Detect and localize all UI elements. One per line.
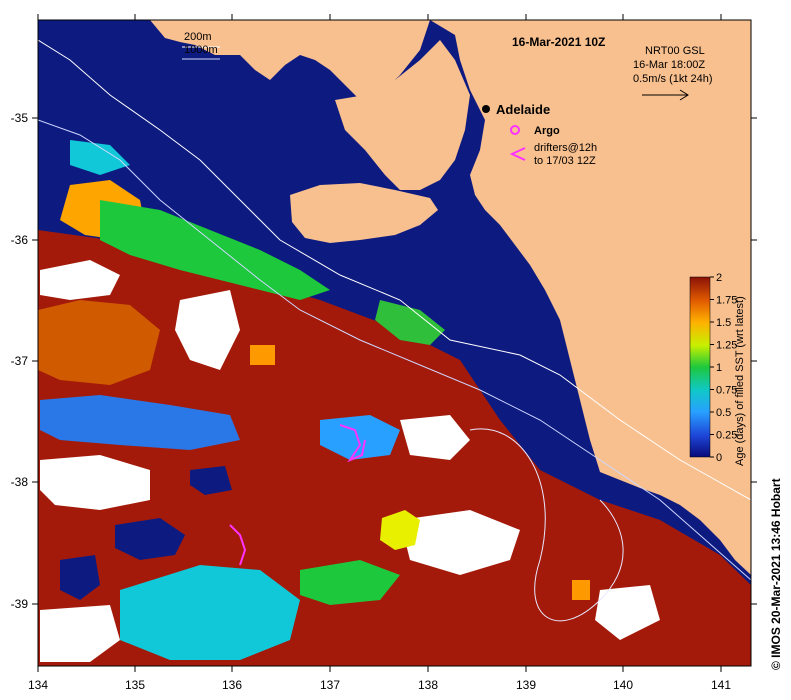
y-tick-label: -38	[11, 475, 29, 489]
sst-age-map: 16-Mar-2021 10Z 200m 1000m NRT00 GSL 16-…	[11, 14, 783, 692]
depth-label-200m: 200m	[184, 31, 212, 43]
place-label-adelaide: Adelaide	[496, 102, 550, 117]
sst-orange-south	[572, 580, 590, 600]
x-tick-label: 140	[613, 678, 633, 692]
x-tick-label: 141	[711, 678, 731, 692]
legend-drifters-line1: drifters@12h	[534, 142, 597, 154]
x-tick-label: 135	[125, 678, 145, 692]
current-info-line3: 0.5m/s (1kt 24h)	[633, 73, 712, 85]
colorbar-tick-label: 1.5	[716, 317, 731, 329]
legend-drifters-line2: to 17/03 12Z	[534, 155, 596, 167]
y-tick-label: -37	[11, 354, 29, 368]
y-tick-label: -36	[11, 233, 29, 247]
credit-text: © IMOS 20-Mar-2021 13:46 Hobart	[769, 478, 783, 670]
legend-argo-label: Argo	[534, 125, 560, 137]
current-info-line1: NRT00 GSL	[645, 45, 705, 57]
x-tick-label: 138	[418, 678, 438, 692]
adelaide-marker	[482, 105, 490, 113]
x-tick-label: 136	[222, 678, 242, 692]
colorbar	[689, 276, 711, 458]
x-tick-label: 137	[320, 678, 340, 692]
sst-orange-small	[250, 345, 275, 365]
x-tick-label: 134	[28, 678, 48, 692]
colorbar-tick-label: 2	[716, 272, 722, 284]
depth-label-1000m: 1000m	[184, 44, 218, 56]
y-tick-label: -39	[11, 597, 29, 611]
map-title: 16-Mar-2021 10Z	[512, 35, 605, 49]
current-info-line2: 16-Mar 18:00Z	[633, 59, 705, 71]
map-plot-area: 16-Mar-2021 10Z 200m 1000m NRT00 GSL 16-…	[38, 20, 751, 666]
x-tick-label: 139	[516, 678, 536, 692]
colorbar-title: Age (days) of filled SST (wrt latest)	[734, 296, 746, 466]
y-tick-label: -35	[11, 111, 29, 125]
colorbar-tick-label: 0.5	[716, 407, 731, 419]
colorbar-tick-label: 1	[716, 362, 722, 374]
colorbar-tick-label: 0	[716, 452, 722, 464]
